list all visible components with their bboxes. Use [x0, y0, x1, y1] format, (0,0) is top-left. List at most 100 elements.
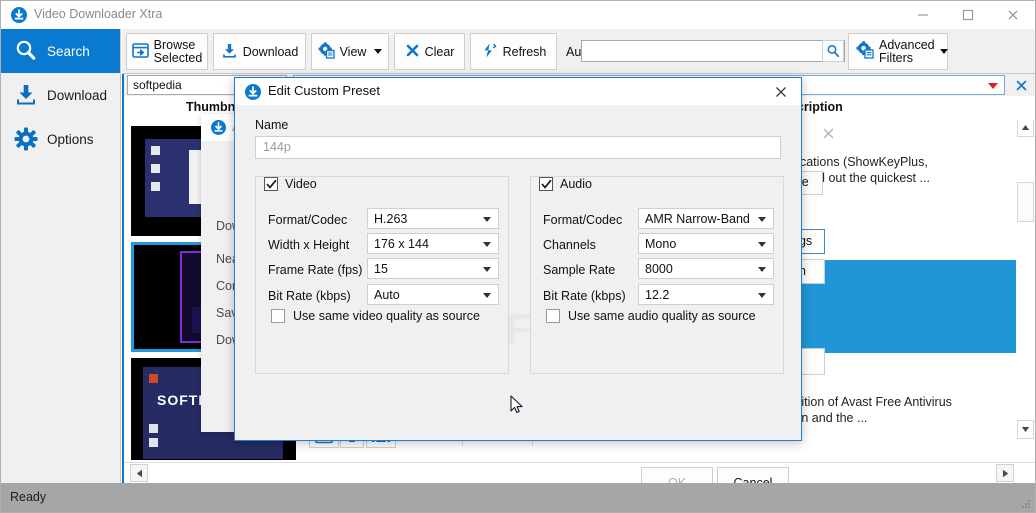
advanced-filters-label: Advanced Filters: [879, 37, 935, 65]
gear-icon: [9, 122, 43, 156]
edit-custom-preset-dialog: Edit Custom Preset SOFTPEDIA Name 144p V…: [234, 77, 802, 499]
video-format-label: Format/Codec: [268, 213, 348, 227]
chevron-down-icon: [758, 267, 766, 272]
dialog-close-button[interactable]: [761, 78, 801, 105]
video-same-quality-checkbox[interactable]: Use same video quality as source: [271, 309, 480, 323]
video-framerate-value: 15: [374, 262, 388, 276]
window-title: Video Downloader Xtra: [34, 7, 163, 21]
audio-samplerate-label: Sample Rate: [543, 263, 616, 277]
scroll-down-button[interactable]: [1017, 420, 1034, 439]
chevron-down-icon: [483, 242, 491, 247]
window-controls: [900, 1, 1035, 29]
video-bitrate-value: Auto: [374, 288, 400, 302]
checkbox-icon: [264, 177, 278, 191]
audio-samplerate-value: 8000: [645, 262, 673, 276]
audio-samplerate-select[interactable]: 8000: [638, 258, 774, 279]
audio-channels-select[interactable]: Mono: [638, 233, 774, 254]
clear-button[interactable]: Clear: [394, 33, 465, 70]
audio-format-select[interactable]: AMR Narrow-Band: [638, 208, 774, 229]
refresh-icon: [481, 42, 498, 62]
audio-bitrate-label: Bit Rate (kbps): [543, 289, 626, 303]
scroll-right-button[interactable]: [996, 464, 1014, 482]
sidebar-item-search[interactable]: Search: [1, 29, 120, 73]
dialog-title-bar: Edit Custom Preset: [235, 78, 801, 105]
horizontal-scrollbar[interactable]: [124, 462, 1035, 484]
checkbox-icon: [546, 309, 560, 323]
close-tab-button[interactable]: [1010, 75, 1032, 95]
chevron-down-icon: [939, 49, 948, 54]
occluded-panel-close-icon[interactable]: [816, 121, 840, 145]
minimize-button[interactable]: [900, 1, 945, 29]
sidebar-item-download[interactable]: Download: [1, 73, 120, 117]
close-x-icon: [776, 86, 786, 97]
application-window: Video Downloader Xtra Search Download Op…: [0, 0, 1036, 513]
scroll-up-button[interactable]: [1017, 120, 1034, 137]
refresh-label: Refresh: [502, 44, 547, 59]
advanced-filters-gear-icon: [856, 41, 874, 62]
video-group-label: Video: [285, 177, 317, 191]
audio-bitrate-value: 12.2: [645, 288, 670, 302]
audio-group-label: Audio: [560, 177, 592, 191]
chevron-down-icon: [758, 242, 766, 247]
sidebar-item-options[interactable]: Options: [1, 117, 120, 161]
sidebar-item-label-options: Options: [47, 131, 94, 147]
view-gear-icon: [318, 41, 335, 62]
audio-bitrate-select[interactable]: 12.2: [638, 284, 774, 305]
refresh-button[interactable]: Refresh: [470, 33, 557, 70]
browse-window-icon: [131, 42, 149, 62]
video-bitrate-select[interactable]: Auto: [367, 284, 499, 305]
chevron-down-icon: [483, 293, 491, 298]
title-bar: Video Downloader Xtra: [1, 1, 1035, 29]
chevron-down-icon: [758, 293, 766, 298]
search-submit-button[interactable]: [822, 40, 844, 62]
audio-format-label: Format/Codec: [543, 213, 623, 227]
dialog-title: Edit Custom Preset: [268, 83, 380, 98]
video-bitrate-label: Bit Rate (kbps): [268, 289, 351, 303]
name-label: Name: [255, 118, 289, 132]
audio-format-value: AMR Narrow-Band: [645, 212, 750, 226]
close-button[interactable]: [990, 1, 1035, 29]
video-framerate-select[interactable]: 15: [367, 258, 499, 279]
scroll-left-button[interactable]: [130, 464, 148, 482]
browse-selected-label: Browse Selected: [153, 37, 203, 65]
video-format-select[interactable]: H.263: [367, 208, 499, 229]
download-circle-icon: [211, 120, 226, 135]
audio-channels-label: Channels: [543, 238, 596, 252]
view-button[interactable]: View: [311, 33, 389, 70]
advanced-filters-button[interactable]: Advanced Filters: [848, 33, 948, 70]
close-x-icon: [1016, 80, 1026, 90]
audio-channels-value: Mono: [645, 237, 677, 251]
chevron-down-icon: [483, 267, 491, 272]
chevron-down-icon: [374, 49, 383, 54]
audio-same-quality-label: Use same audio quality as source: [568, 309, 756, 323]
app-download-circle-icon: [11, 7, 27, 23]
download-tray-icon: [9, 78, 43, 112]
audio-same-quality-checkbox[interactable]: Use same audio quality as source: [546, 309, 756, 323]
scroll-thumb[interactable]: [1017, 182, 1034, 222]
author-input[interactable]: [581, 40, 845, 62]
chevron-down-icon: [483, 217, 491, 222]
maximize-button[interactable]: [945, 1, 990, 29]
checkbox-icon: [539, 177, 553, 191]
video-enabled-checkbox[interactable]: Video: [264, 177, 321, 191]
search-icon: [827, 44, 840, 58]
sidebar-item-label-download: Download: [47, 87, 108, 103]
sidebar-item-label-search: Search: [47, 43, 90, 59]
audio-enabled-checkbox[interactable]: Audio: [539, 177, 596, 191]
sidebar: Search Download Options: [1, 29, 121, 484]
status-text: Ready: [10, 490, 47, 504]
clear-label: Clear: [424, 44, 455, 59]
chevron-down-icon: [758, 217, 766, 222]
video-size-label: Width x Height: [268, 238, 350, 252]
list-item-description: ...dition of Avast Free Antivirus ...an …: [784, 395, 952, 425]
checkbox-icon: [271, 309, 285, 323]
browse-selected-button[interactable]: Browse Selected: [126, 33, 208, 70]
resize-grip-icon[interactable]: [1019, 497, 1031, 509]
download-label: Download: [242, 44, 299, 59]
magnifier-icon: [9, 34, 43, 68]
preset-name-input[interactable]: 144p: [255, 136, 781, 159]
download-button[interactable]: Download: [213, 33, 306, 70]
status-bar: Ready: [1, 483, 1035, 512]
video-size-select[interactable]: 176 x 144: [367, 233, 499, 254]
url-dropdown-arrow-icon[interactable]: [988, 83, 998, 89]
